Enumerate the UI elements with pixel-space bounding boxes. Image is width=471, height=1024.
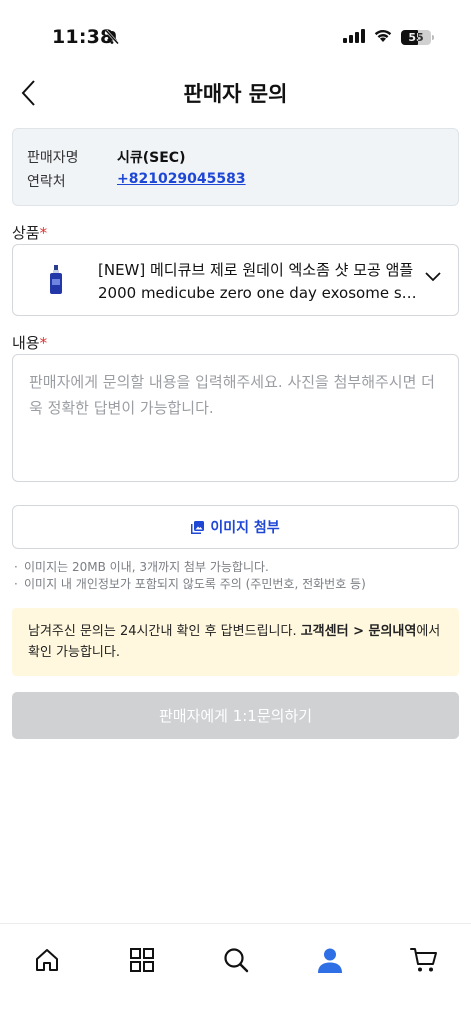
person-icon [318,948,342,973]
notice-prefix: 남겨주신 문의는 24시간내 확인 후 답변드립니다. [28,624,301,639]
content-box [12,354,459,482]
note-item: 이미지 내 개인정보가 포함되지 않도록 주의 (주민번호, 전화번호 등) [14,576,366,593]
search-icon [224,948,249,973]
seller-contact-label: 연락처 [27,174,66,190]
product-thumbnail [50,265,62,294]
seller-contact-row: 연락처 +821029045583 [27,171,246,191]
grid-icon [130,948,154,972]
submit-inquiry-button[interactable]: 판매자에게 1:1문의하기 [12,692,459,739]
image-icon [191,520,205,534]
bottom-nav [0,923,471,1024]
content-label-text: 내용 [12,334,40,352]
attach-image-button[interactable]: 이미지 첨부 [12,505,459,549]
attachment-notes: 이미지는 20MB 이내, 3개까지 첨부 가능합니다. 이미지 내 개인정보가… [14,559,366,593]
product-section-label: 상품* [12,222,47,243]
battery-level: 55 [408,31,424,44]
chevron-down-icon [425,272,441,282]
nav-category[interactable] [122,940,162,980]
status-bar: 11:38 55 [0,0,471,70]
cart-icon [410,948,437,972]
inquiry-content-input[interactable] [13,355,458,481]
notice-box: 남겨주신 문의는 24시간내 확인 후 답변드립니다. 고객센터 > 문의내역에… [12,608,459,676]
product-name: [NEW] 메디큐브 제로 원데이 엑소좀 샷 모공 앰플 2000 medic… [98,259,418,305]
bell-off-icon [104,29,120,49]
nav-cart[interactable] [404,940,444,980]
note-item: 이미지는 20MB 이내, 3개까지 첨부 가능합니다. [14,559,366,576]
submit-label: 판매자에게 1:1문의하기 [158,707,313,725]
product-name-line1: [NEW] 메디큐브 제로 원데이 엑소좀 샷 모공 앰플 [98,261,414,279]
page-title: 판매자 문의 [183,82,288,106]
seller-name-label: 판매자명 [27,150,79,166]
nav-my-page[interactable] [310,940,350,980]
notice-link[interactable]: 고객센터 > 문의내역 [301,624,417,639]
content-section-label: 내용* [12,332,47,353]
seller-phone-link[interactable]: +821029045583 [117,171,246,191]
home-icon [36,949,58,971]
battery-icon: 55 [401,30,434,45]
product-name-line2: 2000 medicube zero one day exosome sho..… [98,284,418,302]
attach-image-label: 이미지 첨부 [210,520,280,536]
nav-home[interactable] [27,940,67,980]
seller-name-value: 시큐(SEC) [117,150,186,166]
seller-info-box: 판매자명 시큐(SEC) 연락처 +821029045583 [12,128,459,206]
product-label-text: 상품 [12,224,40,242]
required-mark: * [39,224,48,242]
wifi-icon [373,28,393,47]
product-select[interactable]: [NEW] 메디큐브 제로 원데이 엑소좀 샷 모공 앰플 2000 medic… [12,244,459,316]
nav-search[interactable] [216,940,256,980]
header: 판매자 문의 [0,70,471,116]
required-mark: * [39,334,48,352]
cellular-signal-icon [343,28,365,47]
seller-name-row: 판매자명 시큐(SEC) [27,147,185,167]
